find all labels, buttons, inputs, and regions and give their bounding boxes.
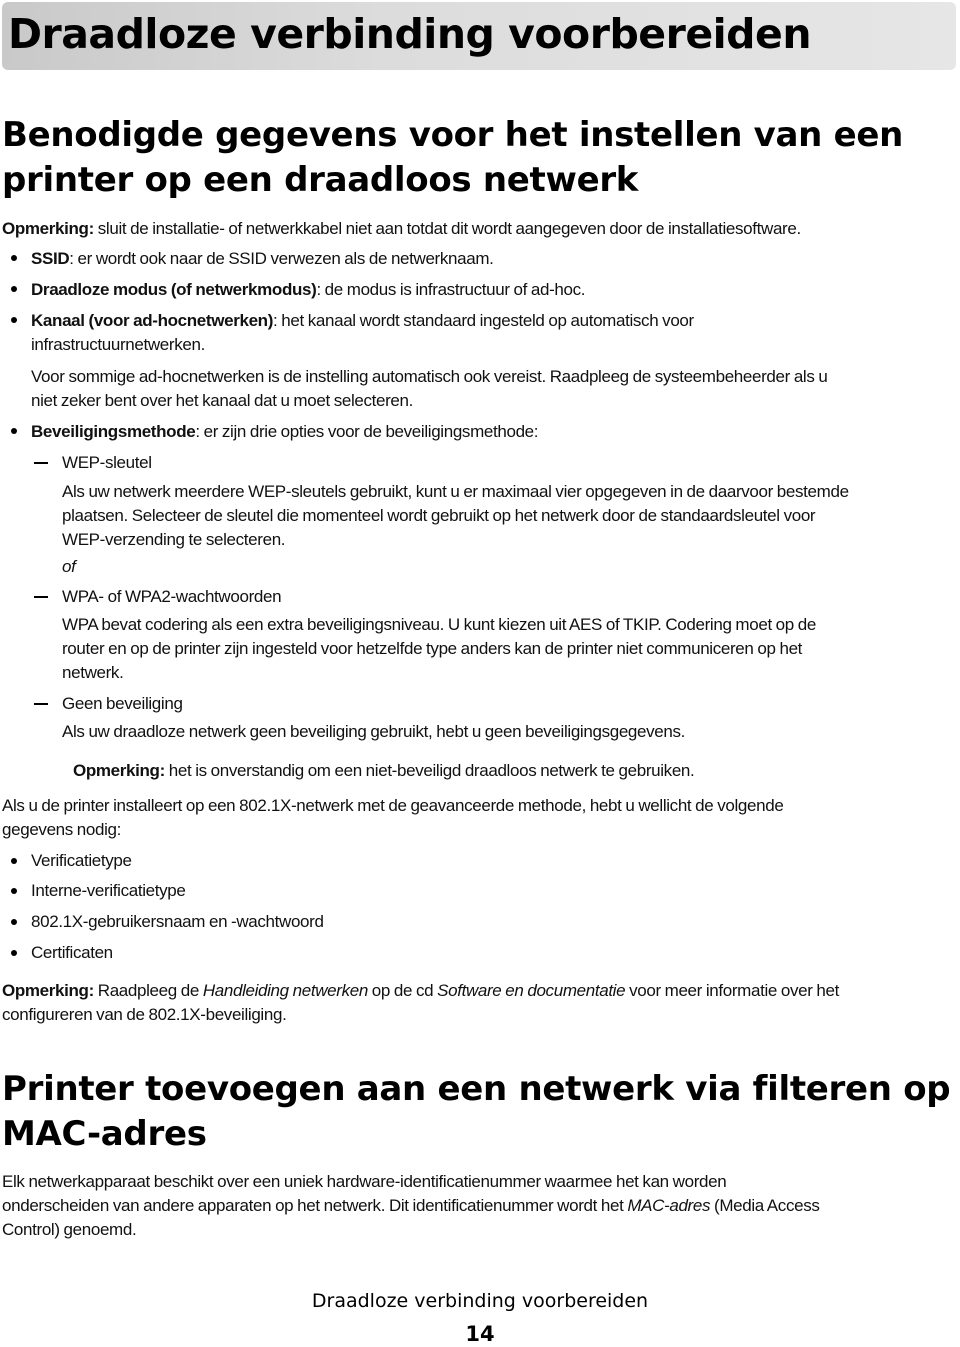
dash-icon [34, 703, 48, 705]
or-text: of [62, 557, 76, 576]
bullet-icon [11, 950, 17, 956]
list-item-channel: Kanaal (voor ad-hocnetwerken): het kanaa… [31, 311, 694, 354]
section-heading-wireless-info: Benodigde gegevens voor het instellen va… [2, 115, 904, 200]
bullet-icon [11, 919, 17, 925]
dash-icon [34, 596, 48, 598]
security-option-none-description: Als uw draadloze netwerk geen beveiligin… [62, 722, 686, 741]
list-item-wireless-mode: Draadloze modus (of netwerkmodus): de mo… [31, 280, 586, 299]
chapter-header-bar: Draadloze verbinding voorbereiden [2, 2, 956, 70]
chapter-title: Draadloze verbinding voorbereiden [8, 10, 812, 58]
section-heading-mac-filter: Printer toevoegen aan een netwerk via fi… [2, 1069, 951, 1154]
list-item-security-method: Beveiligingsmethode: er zijn drie opties… [31, 422, 539, 441]
security-option-wep-label: WEP-sleutel [62, 453, 152, 472]
list-item-8021x: Verificatietype [31, 851, 132, 870]
list-item-8021x: 802.1X-gebruikersnaam en -wachtwoord [31, 912, 324, 931]
footer-title: Draadloze verbinding voorbereiden [311, 1290, 649, 1312]
bullet-icon [11, 317, 17, 323]
note-install-cable: Opmerking: sluit de installatie- of netw… [2, 219, 801, 238]
note-8021x-manual: Opmerking: Raadpleeg de Handleiding netw… [2, 981, 839, 1024]
bullet-icon [11, 428, 17, 434]
note-unsecured-network: Opmerking: het is onverstandig om een ni… [73, 761, 695, 780]
security-option-wpa-label: WPA- of WPA2-wachtwoorden [62, 587, 282, 606]
channel-extra-info: Voor sommige ad-hocnetwerken is de inste… [31, 367, 828, 410]
list-item-ssid: SSID: er wordt ook naar de SSID verwezen… [31, 249, 494, 268]
bullet-icon [11, 286, 17, 292]
bullet-icon [11, 888, 17, 894]
security-option-none-label: Geen beveiliging [62, 694, 183, 713]
dash-icon [34, 462, 48, 464]
list-item-8021x: Certificaten [31, 943, 113, 962]
security-option-wpa-description: WPA bevat codering als een extra beveili… [62, 615, 816, 682]
page-number: 14 [465, 1322, 495, 1346]
bullet-icon [11, 858, 17, 864]
list-item-8021x: Interne-verificatietype [31, 881, 186, 900]
paragraph-8021x: Als u de printer installeert op een 802.… [2, 796, 784, 839]
bullet-icon [11, 255, 17, 261]
paragraph-mac-address: Elk netwerkapparaat beschikt over een un… [2, 1172, 820, 1239]
security-option-wep-description: Als uw netwerk meerdere WEP-sleutels geb… [62, 482, 849, 549]
